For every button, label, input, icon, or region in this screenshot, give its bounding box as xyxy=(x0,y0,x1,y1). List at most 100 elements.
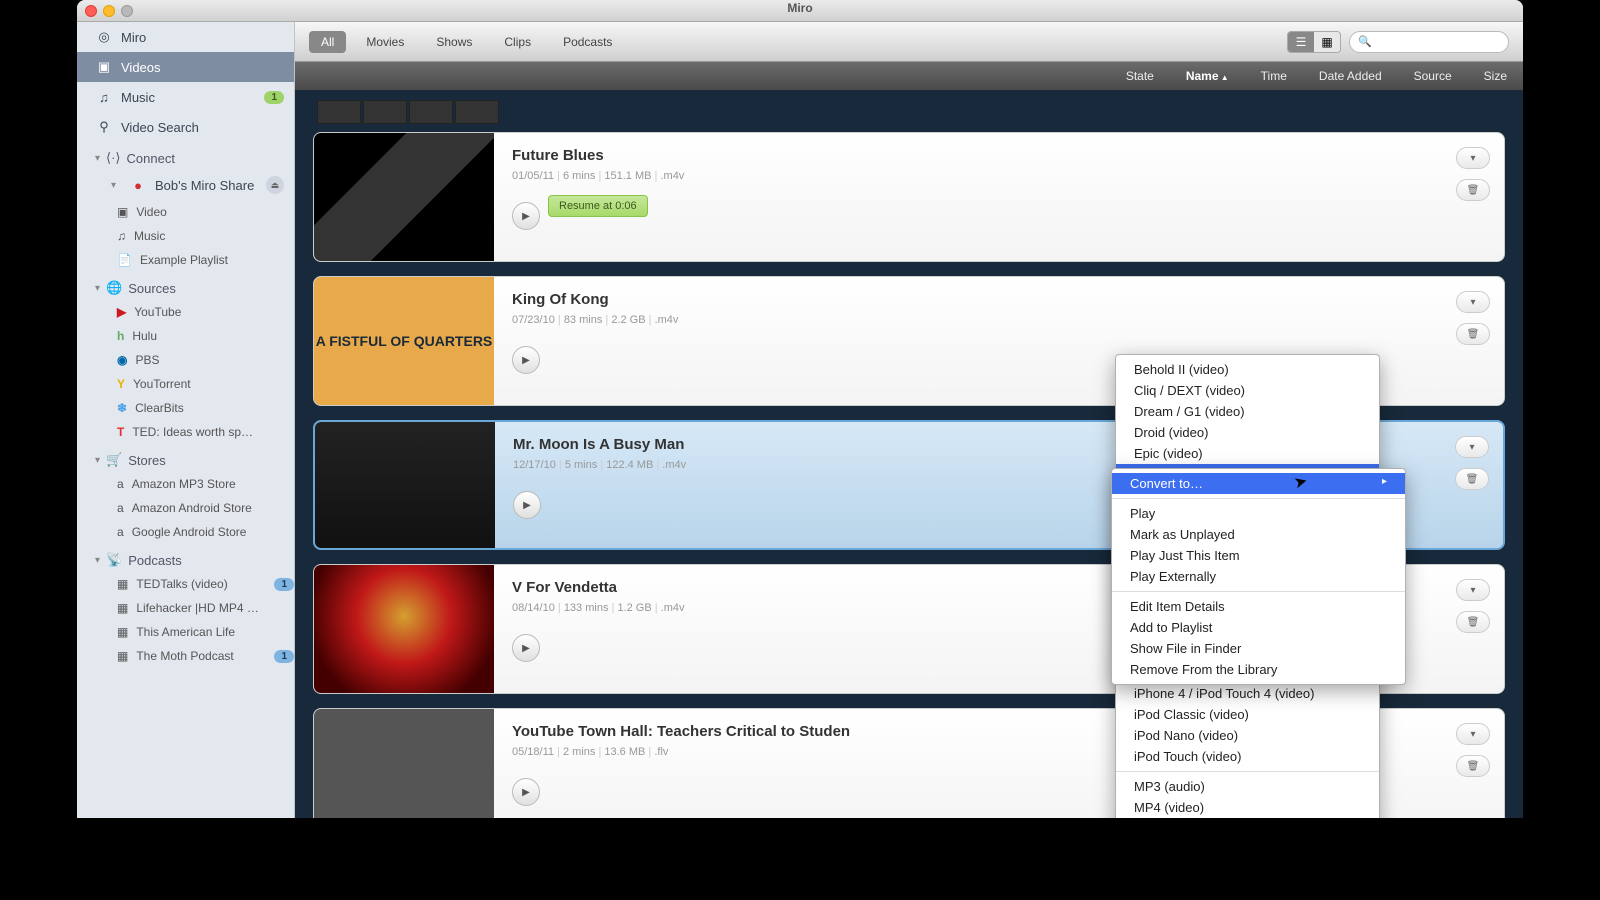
menu-item-edit-details[interactable]: Edit Item Details xyxy=(1112,596,1405,617)
filter-pill[interactable]: All xyxy=(309,31,346,53)
sidebar-share[interactable]: ▾ ● Bob's Miro Share ⏏ xyxy=(77,170,294,200)
menu-item-play-externally[interactable]: Play Externally xyxy=(1112,566,1405,587)
menu-item-convert[interactable]: Convert to… xyxy=(1112,473,1405,494)
source-icon: Y xyxy=(117,377,125,391)
submenu-item[interactable]: Epic (video) xyxy=(1116,443,1379,464)
submenu-item[interactable]: iPod Touch (video) xyxy=(1116,746,1379,767)
submenu-item[interactable]: Dream / G1 (video) xyxy=(1116,401,1379,422)
menu-item-add-to-playlist[interactable]: Add to Playlist xyxy=(1112,617,1405,638)
submenu-item[interactable]: Behold II (video) xyxy=(1116,359,1379,380)
sidebar-share-video[interactable]: ▣Video xyxy=(77,200,294,224)
filter-pill[interactable]: Movies xyxy=(354,31,416,53)
submenu-item[interactable]: Droid (video) xyxy=(1116,422,1379,443)
search-input[interactable]: 🔍 xyxy=(1349,31,1509,53)
sidebar-source-item[interactable]: ❄ClearBits xyxy=(77,396,294,420)
sidebar-item-video-search[interactable]: ⚲ Video Search xyxy=(77,112,294,142)
play-button[interactable]: ▶ xyxy=(512,778,540,806)
filter-pill[interactable]: Clips xyxy=(492,31,543,53)
play-button[interactable]: ▶ xyxy=(512,346,540,374)
sidebar-group-label: Stores xyxy=(128,453,166,468)
resume-badge[interactable]: Resume at 0:06 xyxy=(548,195,648,217)
search-field[interactable] xyxy=(1376,36,1496,48)
sort-column[interactable]: Time xyxy=(1261,69,1287,83)
sidebar-podcast-item[interactable]: ▦TEDTalks (video)1 xyxy=(77,572,294,596)
sidebar-podcast-item[interactable]: ▦This American Life xyxy=(77,620,294,644)
menu-item-remove-from-library[interactable]: Remove From the Library xyxy=(1112,659,1405,680)
sidebar-source-item[interactable]: ◉PBS xyxy=(77,348,294,372)
sidebar-item-videos[interactable]: ▣ Videos xyxy=(77,52,294,82)
view-toggle[interactable]: ☰ ▦ xyxy=(1287,31,1341,53)
submenu-item[interactable]: iPhone 4 / iPod Touch 4 (video) xyxy=(1116,683,1379,704)
submenu-item[interactable]: MP3 (audio) xyxy=(1116,776,1379,797)
menu-item-play[interactable]: Play xyxy=(1112,503,1405,524)
sort-column[interactable]: Name xyxy=(1186,69,1229,83)
count-badge: 1 xyxy=(274,578,294,591)
sort-column[interactable]: Size xyxy=(1484,69,1507,83)
sidebar-group-connect[interactable]: ▾ ⟨·⟩ Connect xyxy=(77,142,294,170)
sidebar-source-item[interactable]: ▶YouTube xyxy=(77,300,294,324)
sidebar-podcast-item[interactable]: ▦The Moth Podcast1 xyxy=(77,644,294,668)
source-icon: a xyxy=(117,525,124,539)
source-icon: T xyxy=(117,425,124,439)
media-meta: 07/23/1083 mins2.2 GB.m4v xyxy=(512,314,1486,326)
source-icon: ◉ xyxy=(117,353,127,367)
thumbnail xyxy=(315,422,495,548)
menu-item-play-just-this[interactable]: Play Just This Item xyxy=(1112,545,1405,566)
row-delete-button[interactable]: 🗑 xyxy=(1456,323,1490,345)
music-icon: ♫ xyxy=(95,88,113,106)
row-menu-button[interactable]: ▾ xyxy=(1456,579,1490,601)
view-grid-icon[interactable]: ▦ xyxy=(1314,32,1340,52)
sidebar-item[interactable]: aAmazon Android Store xyxy=(77,496,294,520)
sort-column[interactable]: Source xyxy=(1414,69,1452,83)
sidebar-group-sources[interactable]: ▾ 🌐 Sources xyxy=(77,272,294,300)
row-delete-button[interactable]: 🗑 xyxy=(1455,468,1489,490)
sidebar-source-item[interactable]: hHulu xyxy=(77,324,294,348)
sort-column[interactable]: Date Added xyxy=(1319,69,1382,83)
playlist-icon: 📄 xyxy=(117,253,132,267)
submenu-item[interactable]: Cliq / DEXT (video) xyxy=(1116,380,1379,401)
source-icon: ▶ xyxy=(117,305,126,319)
sidebar-podcast-item[interactable]: ▦Lifehacker |HD MP4 … xyxy=(77,596,294,620)
filter-pill[interactable]: Shows xyxy=(424,31,484,53)
play-button[interactable]: ▶ xyxy=(512,634,540,662)
filter-pill[interactable]: Podcasts xyxy=(551,31,624,53)
play-button[interactable]: ▶ xyxy=(512,202,540,230)
sidebar-group-podcasts[interactable]: ▾ 📡 Podcasts xyxy=(77,544,294,572)
thumbnail xyxy=(314,565,494,693)
sidebar-item-music[interactable]: ♫ Music 1 xyxy=(77,82,294,112)
disclosure-icon: ▾ xyxy=(95,555,100,566)
thumb-strip-peek xyxy=(313,100,1505,124)
row-menu-button[interactable]: ▾ xyxy=(1456,147,1490,169)
video-icon: ▣ xyxy=(95,58,113,76)
sidebar-source-item[interactable]: TTED: Ideas worth sp… xyxy=(77,420,294,444)
play-button[interactable]: ▶ xyxy=(513,491,541,519)
eject-icon[interactable]: ⏏ xyxy=(266,176,284,194)
menu-item-show-in-finder[interactable]: Show File in Finder xyxy=(1112,638,1405,659)
sidebar-share-playlist[interactable]: 📄Example Playlist xyxy=(77,248,294,272)
row-delete-button[interactable]: 🗑 xyxy=(1456,179,1490,201)
sidebar-label: Videos xyxy=(121,60,161,75)
row-menu-button[interactable]: ▾ xyxy=(1455,436,1489,458)
menu-item-mark-unplayed[interactable]: Mark as Unplayed xyxy=(1112,524,1405,545)
sidebar-share-music[interactable]: ♫Music xyxy=(77,224,294,248)
media-title: Future Blues xyxy=(512,147,1486,164)
submenu-item[interactable]: iPod Classic (video) xyxy=(1116,704,1379,725)
media-row[interactable]: Future Blues 01/05/116 mins151.1 MB.m4v … xyxy=(313,132,1505,262)
disclosure-icon: ▾ xyxy=(95,153,100,164)
submenu-item[interactable]: iPod Nano (video) xyxy=(1116,725,1379,746)
sidebar-source-item[interactable]: YYouTorrent xyxy=(77,372,294,396)
sidebar-group-stores[interactable]: ▾ 🛒 Stores xyxy=(77,444,294,472)
sidebar-item[interactable]: aGoogle Android Store xyxy=(77,520,294,544)
row-menu-button[interactable]: ▾ xyxy=(1456,291,1490,313)
row-menu-button[interactable]: ▾ xyxy=(1456,723,1490,745)
row-delete-button[interactable]: 🗑 xyxy=(1456,611,1490,633)
view-list-icon[interactable]: ☰ xyxy=(1288,32,1314,52)
toolbar: All Movies Shows Clips Podcasts ☰ ▦ 🔍 xyxy=(295,22,1523,62)
submenu-item[interactable]: MP4 (video) xyxy=(1116,797,1379,818)
podcast-icon: ▦ xyxy=(117,577,128,591)
sidebar-item[interactable]: aAmazon MP3 Store xyxy=(77,472,294,496)
context-menu[interactable]: Convert to… Play Mark as Unplayed Play J… xyxy=(1111,468,1406,685)
row-delete-button[interactable]: 🗑 xyxy=(1456,755,1490,777)
sidebar-app-name[interactable]: ◎ Miro xyxy=(77,22,294,52)
sort-column[interactable]: State xyxy=(1126,69,1154,83)
